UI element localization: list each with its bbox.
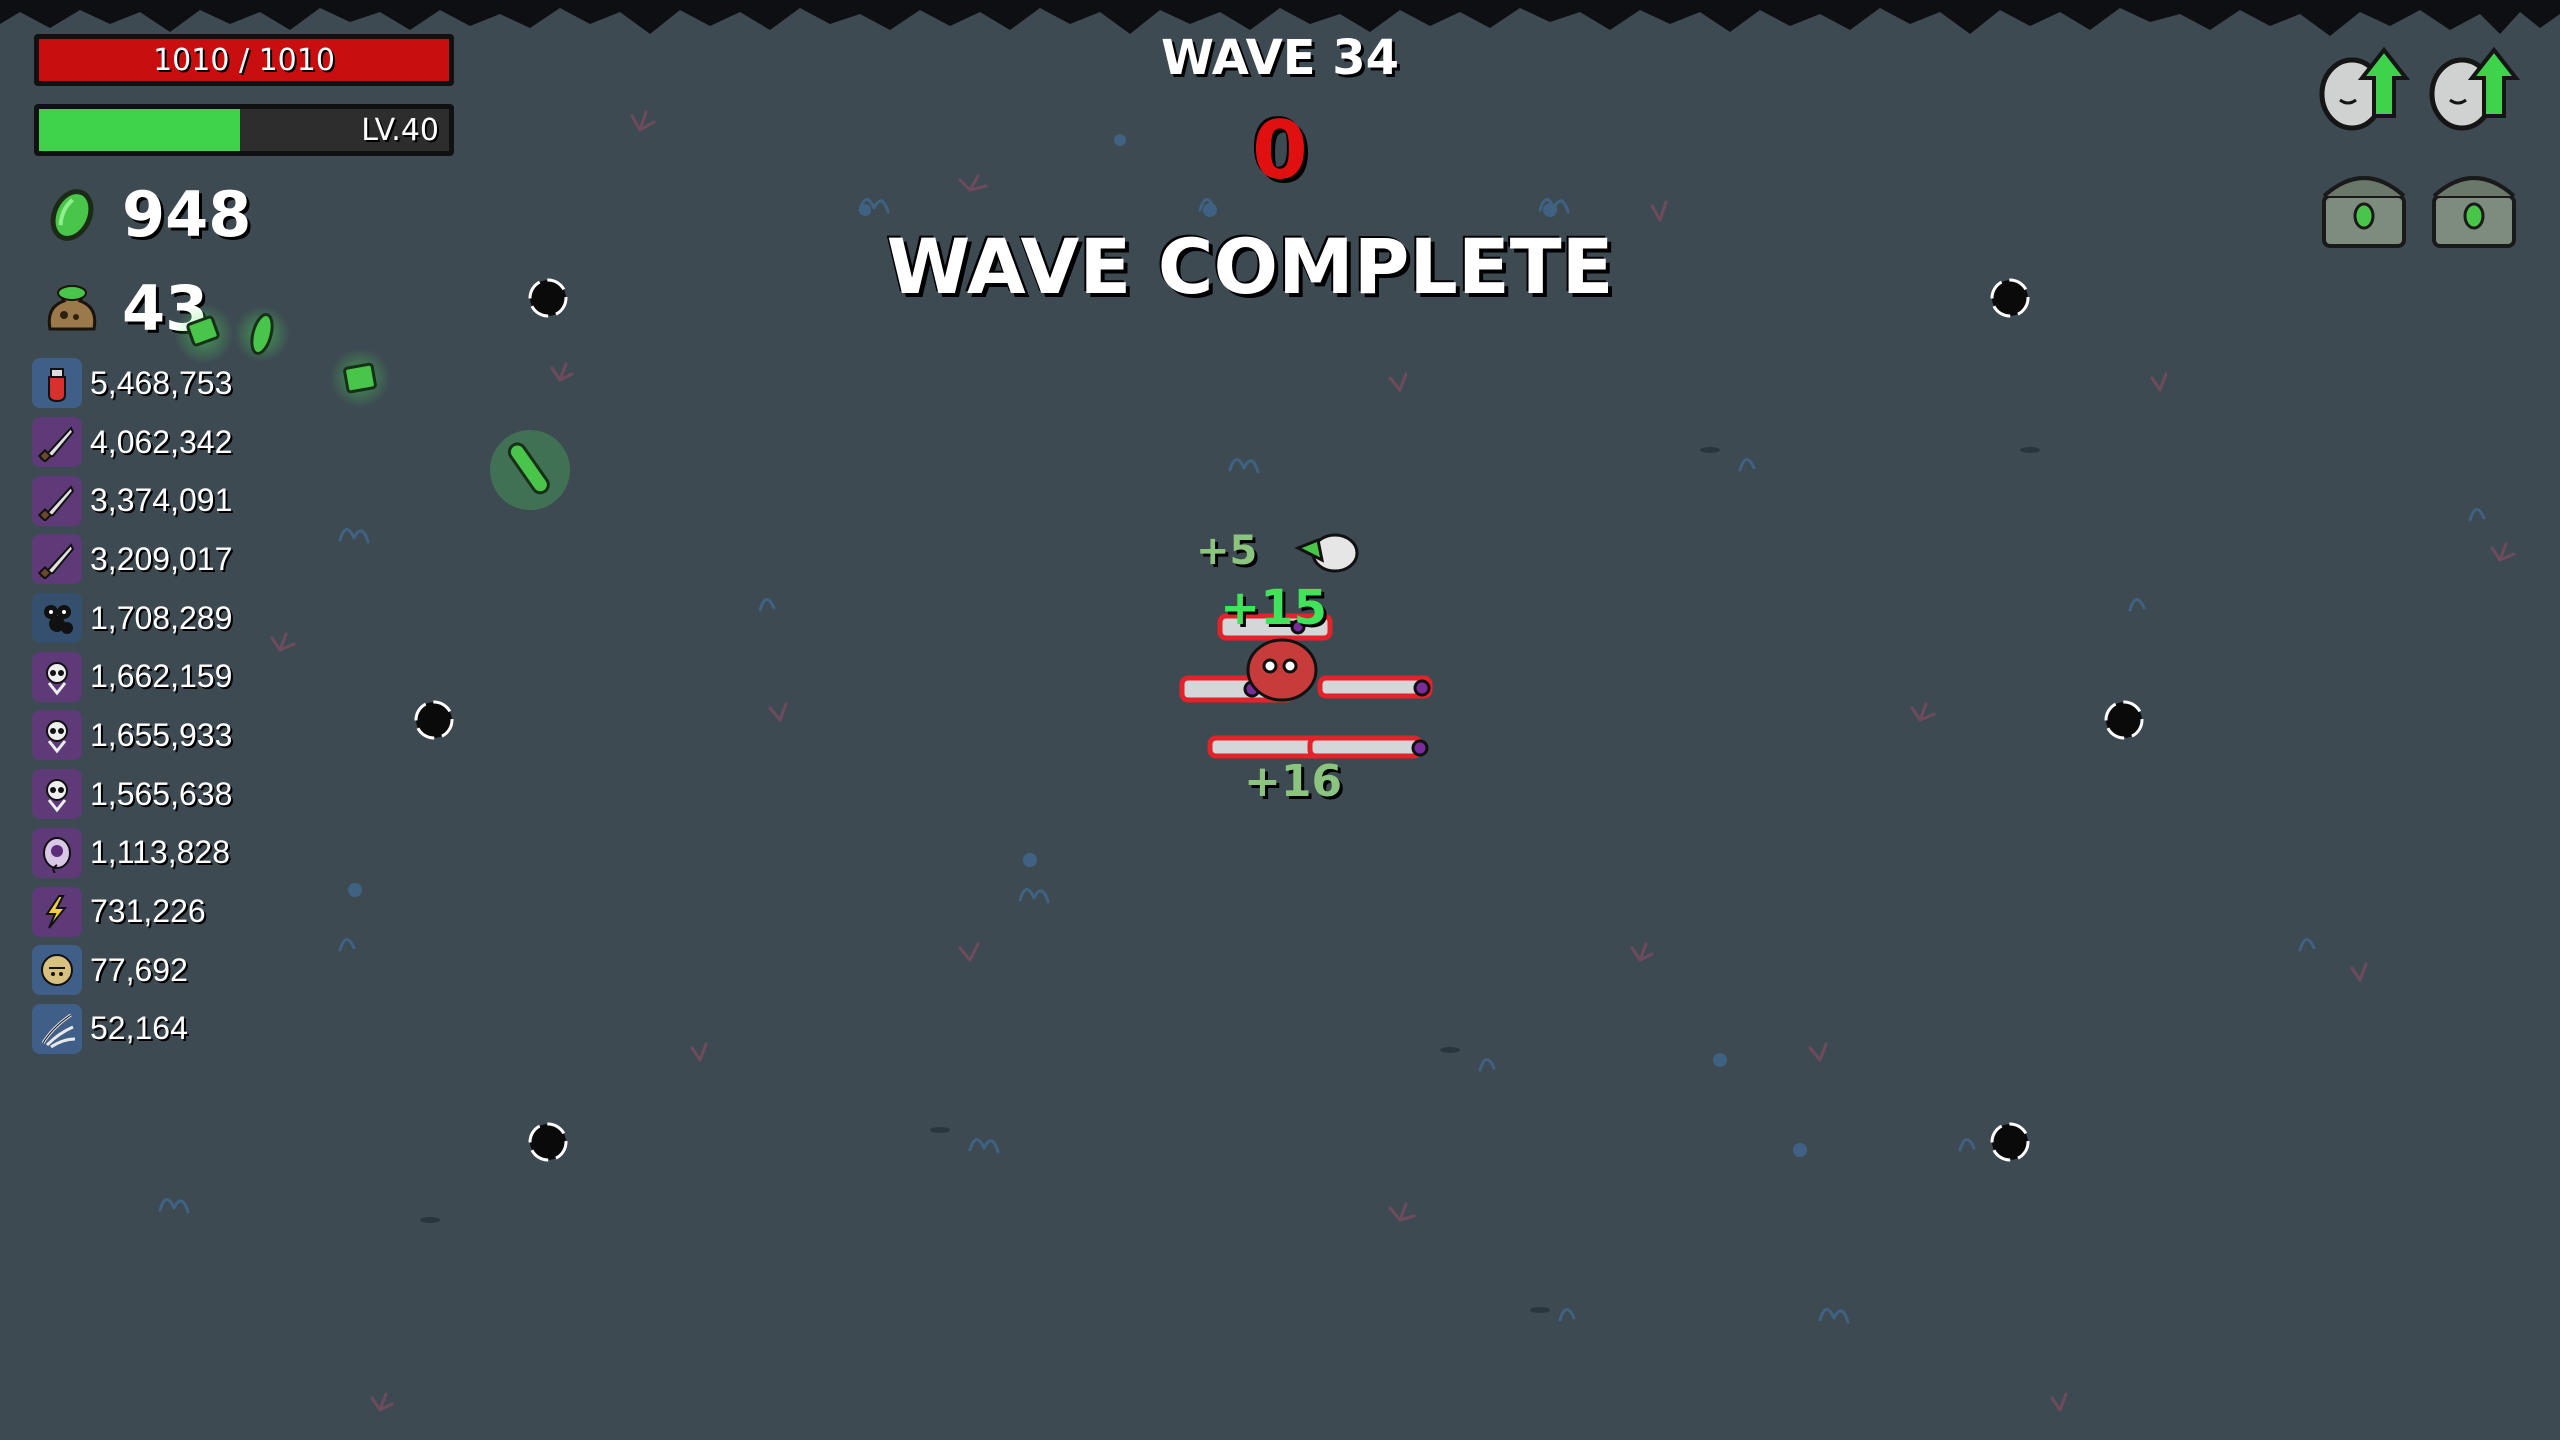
black-orb [1990, 1122, 2030, 1162]
weapon-damage-row: 1,565,638 [32, 765, 232, 824]
wave-timer: 0 [1252, 104, 1308, 197]
eye-icon [32, 827, 82, 878]
black-orb [2104, 700, 2144, 740]
material-gain-text: +15 [1220, 580, 1328, 636]
weapon-damage-value: 1,565,638 [90, 775, 233, 812]
level-up-icon [2319, 46, 2410, 131]
wave-title: WAVE 34 [1160, 30, 1400, 86]
weapon-damage-row: 1,708,289 [32, 589, 232, 648]
weapon-damage-row: 3,209,017 [32, 530, 232, 589]
weapon-damage-row: 52,164 [32, 1000, 232, 1059]
loot-crate-icon [2322, 176, 2406, 248]
wave-complete-banner: WAVE COMPLETE [886, 222, 1614, 311]
weapon-damage-value: 52,164 [90, 1010, 188, 1047]
black-orb [414, 700, 454, 740]
black-orb [528, 1122, 568, 1162]
knife-icon [32, 417, 82, 468]
skull-icon [32, 769, 82, 820]
weapon-damage-row: 1,655,933 [32, 706, 232, 765]
skull-icon [32, 651, 82, 702]
lightning-icon [32, 886, 82, 937]
black-orb [1990, 278, 2030, 318]
loot-crate-icon [2432, 176, 2516, 248]
knife-icon [32, 475, 82, 526]
weapon-damage-value: 1,655,933 [90, 716, 233, 753]
weapon-damage-value: 1,708,289 [90, 599, 233, 636]
weapon-damage-row: 731,226 [32, 882, 232, 941]
knife-icon [32, 534, 82, 585]
weapon-damage-value: 1,113,828 [90, 834, 230, 871]
level-up-icon [2429, 46, 2520, 131]
coin-face-icon [32, 945, 82, 996]
cluster-icon [32, 593, 82, 644]
bag-icon [47, 284, 97, 330]
weapon-damage-row: 1,113,828 [32, 824, 232, 883]
material-drops [174, 304, 390, 408]
weapon-damage-row: 1,662,159 [32, 647, 232, 706]
weapon-damage-value: 731,226 [90, 893, 206, 930]
black-orb [528, 278, 568, 318]
weapon-damage-row: 77,692 [32, 941, 232, 1000]
skull-icon [32, 710, 82, 761]
weapon-damage-value: 3,209,017 [90, 540, 233, 577]
potion-icon [32, 358, 82, 409]
weapon-damage-value: 1,662,159 [90, 658, 233, 695]
claw-icon [32, 1003, 82, 1054]
weapon-damage-value: 77,692 [90, 951, 188, 988]
material-gain-text: +16 [1244, 756, 1343, 807]
material-drop [490, 430, 570, 510]
material-gain-text: +5 [1196, 528, 1258, 574]
